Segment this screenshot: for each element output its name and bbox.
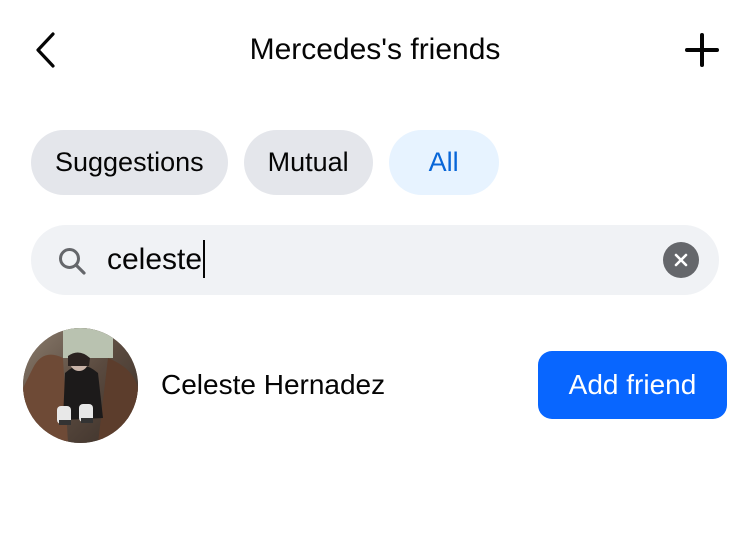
header: Mercedes's friends [0,0,750,100]
tab-mutual[interactable]: Mutual [243,130,373,195]
page-title: Mercedes's friends [249,33,501,66]
friend-name[interactable]: Celeste Hernadez [161,367,385,403]
plus-icon [685,33,719,67]
search-icon [59,248,86,275]
search-bar[interactable]: celeste [31,225,719,295]
filter-tabs: Suggestions Mutual All [31,130,499,195]
search-input-text: celeste [107,243,203,276]
profile-photo [23,328,138,443]
add-button[interactable] [674,22,730,78]
tab-all[interactable]: All [388,130,499,195]
list-item[interactable]: Celeste Hernadez Add friend [0,325,750,445]
search-input[interactable]: celeste [107,240,206,280]
back-button[interactable] [22,22,70,78]
chevron-left-icon [36,32,55,68]
text-caret [203,240,206,278]
avatar[interactable] [23,328,138,443]
clear-search-button[interactable] [663,242,699,278]
friends-page: Mercedes's friends Suggestions Mutual Al… [0,0,750,539]
add-friend-button[interactable]: Add friend [538,351,727,419]
tab-suggestions[interactable]: Suggestions [31,130,228,195]
close-icon [674,253,688,267]
